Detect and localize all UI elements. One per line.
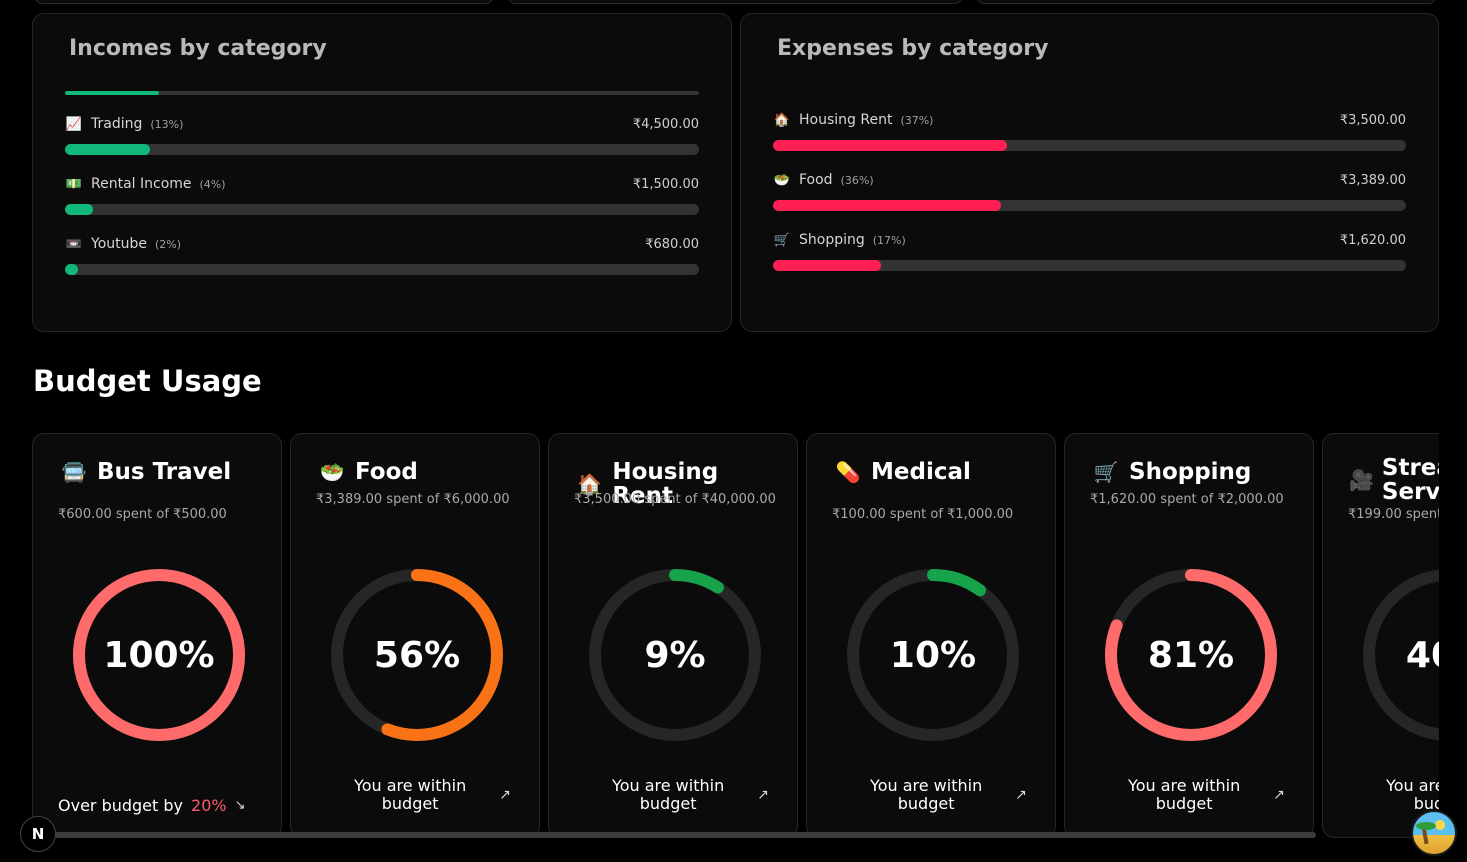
category-name: Youtube (91, 236, 147, 252)
shopping-cart-icon: 🛒 (773, 232, 791, 248)
category-percent: (37%) (900, 113, 934, 127)
over-budget-label: Over budget by (58, 796, 184, 815)
bus-icon: 🚍 (61, 460, 87, 485)
expenses-panel: Expenses by category 🏠 Housing Rent (37%) ₹… (740, 13, 1439, 332)
incomes-category-row: 💵 Rental Income (4%) ₹1,500.00 (65, 174, 699, 215)
category-name: Trading (91, 116, 143, 132)
budget-card-spent: ₹600.00 spent of ₹500.00 (58, 507, 227, 522)
incomes-title: Incomes by category (69, 36, 327, 61)
within-budget-label: You are within budget (1128, 776, 1241, 813)
budget-card[interactable]: 💊 Medical ₹100.00 spent of ₹1,000.00 10% You… (806, 433, 1056, 838)
videocassette-icon: 📼 (65, 236, 83, 252)
horizontal-scrollbar[interactable] (32, 832, 1316, 838)
category-progress-fill (773, 260, 881, 271)
category-name: Shopping (799, 232, 865, 248)
within-budget-note: You are within budget ↗ (827, 777, 1035, 813)
trending-up-icon: ↗ (1015, 787, 1027, 803)
category-amount: ₹680.00 (645, 236, 699, 252)
user-avatar[interactable] (1411, 810, 1457, 856)
category-progress-bar (65, 264, 699, 275)
over-budget-note: Over budget by 20% ↘ (58, 796, 245, 815)
category-percent: (36%) (840, 173, 874, 187)
expenses-title: Expenses by category (777, 36, 1049, 61)
category-name: Housing Rent (799, 112, 893, 128)
budget-card-spent: ₹199.00 spent of ₹500.00 (1348, 507, 1439, 522)
category-progress-bar (773, 140, 1406, 151)
budget-percent: 40% (1405, 634, 1439, 676)
category-progress-bar (65, 204, 699, 215)
budget-percent: 81% (1147, 634, 1235, 676)
budget-card-title: Food (355, 459, 418, 485)
budget-card-title: Medical (871, 459, 971, 485)
category-progress-bar (773, 200, 1406, 211)
category-name: Rental Income (91, 176, 192, 192)
category-progress-bar (65, 144, 699, 155)
top-cards-edge (0, 0, 1467, 6)
expenses-category-row: 🏠 Housing Rent (37%) ₹3,500.00 (773, 110, 1406, 151)
category-progress-fill (65, 204, 93, 215)
expenses-category-row: 🥗 Food (36%) ₹3,389.00 (773, 170, 1406, 211)
within-budget-note: You are within budget ↗ (1085, 777, 1293, 813)
category-percent: (2%) (155, 237, 182, 251)
budget-card-spent: ₹3,500.00 spent of ₹40,000.00 (574, 492, 776, 507)
budget-percent: 56% (373, 634, 461, 676)
salad-icon: 🥗 (319, 460, 345, 485)
category-progress-fill (773, 140, 1008, 151)
category-amount: ₹1,620.00 (1339, 232, 1406, 248)
trending-down-icon: ↘ (234, 798, 246, 813)
expenses-category-row: 🛒 Shopping (17%) ₹1,620.00 (773, 230, 1406, 271)
budget-percent: 9% (644, 634, 706, 676)
incomes-panel: Incomes by category 📈 Trading (13%) ₹4,500.… (32, 13, 732, 332)
category-progress-fill (65, 264, 78, 275)
budget-card-title: Shopping (1129, 459, 1252, 485)
budget-card[interactable]: 🛒 Shopping ₹1,620.00 spent of ₹2,000.00 81%… (1064, 433, 1314, 838)
budget-card[interactable]: 🎥 Streaming Services₹199.00 spent of ₹500… (1322, 433, 1439, 838)
category-progress-bar (773, 260, 1406, 271)
category-percent: (13%) (150, 117, 184, 131)
budget-percent: 100% (103, 634, 215, 676)
trending-up-icon: ↗ (757, 787, 769, 803)
category-amount: ₹3,500.00 (1339, 112, 1406, 128)
house-icon: 🏠 (773, 112, 791, 128)
trending-up-icon: ↗ (499, 787, 511, 803)
category-percent: (17%) (872, 233, 906, 247)
within-budget-note: You are within budget↗ (1343, 777, 1439, 813)
within-budget-label: You are within budget (870, 776, 983, 813)
salad-icon: 🥗 (773, 172, 791, 188)
category-progress-fill (65, 144, 150, 155)
nextjs-dev-badge[interactable]: N (20, 816, 56, 852)
within-budget-label: You are within budget (612, 776, 725, 813)
banknote-icon: 💵 (65, 176, 83, 192)
trending-up-icon: ↗ (1273, 787, 1285, 803)
category-amount: ₹3,389.00 (1339, 172, 1406, 188)
movie-camera-icon: 🎥 (1349, 468, 1374, 493)
incomes-top-progress (65, 91, 699, 95)
within-budget-note: You are within budget ↗ (311, 777, 519, 813)
category-amount: ₹1,500.00 (632, 176, 699, 192)
chart-increasing-icon: 📈 (65, 116, 83, 132)
budget-card-spent: ₹3,389.00 spent of ₹6,000.00 (316, 492, 510, 507)
incomes-category-row: 📼 Youtube (2%) ₹680.00 (65, 234, 699, 275)
pill-icon: 💊 (835, 460, 861, 485)
budget-card[interactable]: 🏠 Housing Rent ₹3,500.00 spent of ₹40,000.… (548, 433, 798, 838)
category-name: Food (799, 172, 833, 188)
budget-percent: 10% (889, 634, 977, 676)
budget-card-title: Streaming Services (1381, 455, 1439, 506)
budget-card-spent: ₹100.00 spent of ₹1,000.00 (832, 507, 1014, 522)
within-budget-note: You are within budget ↗ (569, 777, 777, 813)
budget-card[interactable]: 🚍 Bus Travel ₹600.00 spent of ₹500.00 100% O… (32, 433, 282, 838)
category-amount: ₹4,500.00 (632, 116, 699, 132)
category-percent: (4%) (199, 177, 226, 191)
shopping-cart-icon: 🛒 (1093, 460, 1119, 485)
incomes-category-row: 📈 Trading (13%) ₹4,500.00 (65, 114, 699, 155)
budget-usage-heading: Budget Usage (33, 364, 262, 398)
over-budget-percent: 20% (191, 796, 227, 815)
budget-card-spent: ₹1,620.00 spent of ₹2,000.00 (1090, 492, 1284, 507)
budget-card-title: Bus Travel (97, 459, 232, 485)
within-budget-label: You are within budget (1386, 776, 1439, 813)
category-progress-fill (773, 200, 1001, 211)
budget-card[interactable]: 🥗 Food ₹3,389.00 spent of ₹6,000.00 56% You … (290, 433, 540, 838)
within-budget-label: You are within budget (354, 776, 467, 813)
budget-cards-carousel[interactable]: 🚍 Bus Travel ₹600.00 spent of ₹500.00 100% O… (32, 433, 1439, 839)
